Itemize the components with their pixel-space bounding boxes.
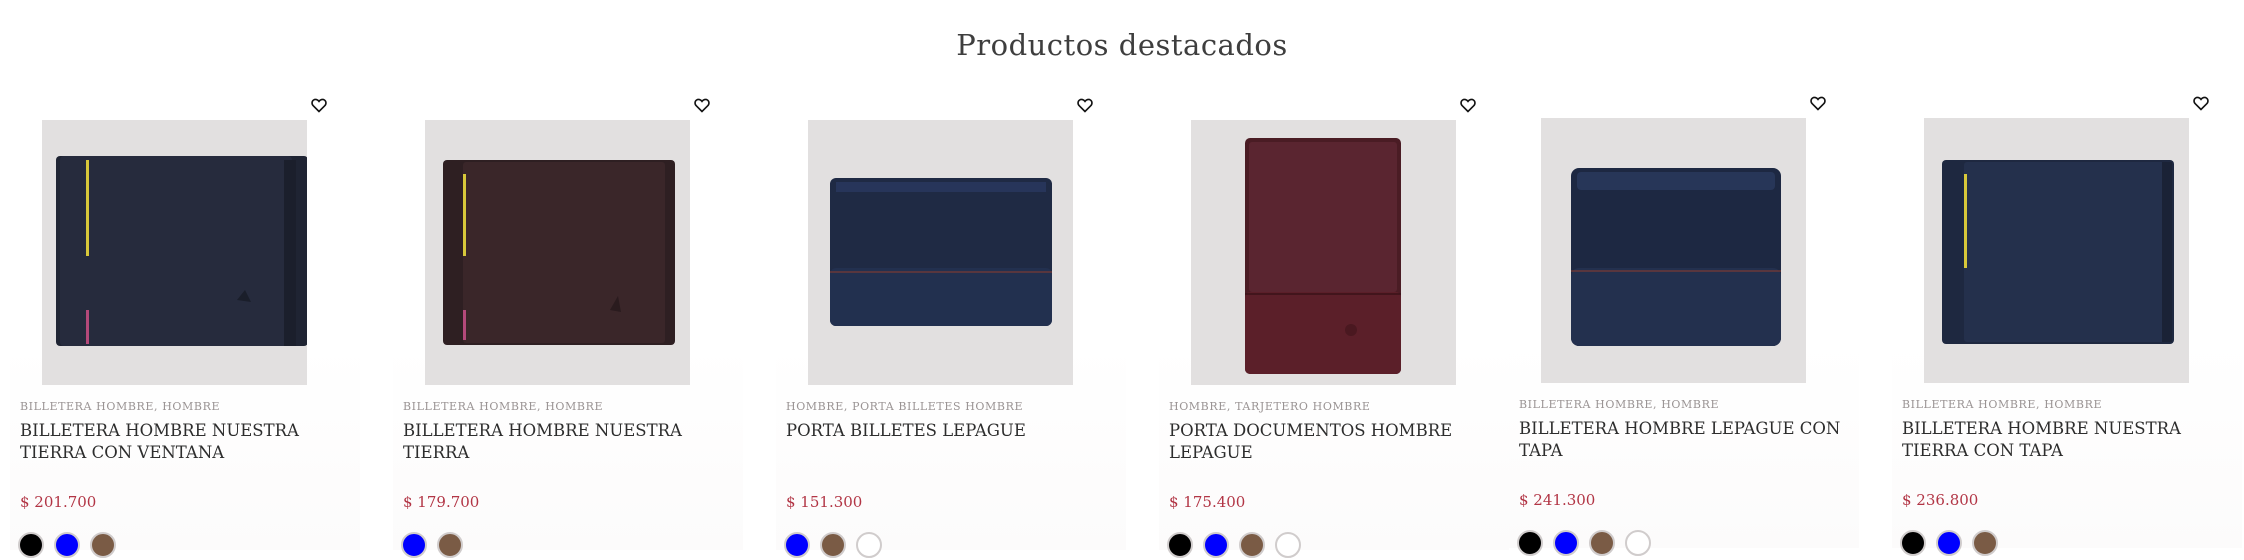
- product-price: $ 201.700: [20, 493, 97, 511]
- product-card[interactable]: BILLETERA HOMBRE, HOMBRE BILLETERA HOMBR…: [1892, 88, 2242, 556]
- swatch-blue[interactable]: [1203, 532, 1229, 558]
- swatch-blue[interactable]: [1553, 530, 1579, 556]
- wallet-flap-image: [1541, 118, 1806, 383]
- product-categories: HOMBRE, TARJETERO HOMBRE: [1169, 400, 1371, 413]
- product-name[interactable]: BILLETERA HOMBRE NUESTRA TIERRA CON VENT…: [20, 420, 360, 464]
- swatch-blue[interactable]: [401, 532, 427, 558]
- product-name[interactable]: BILLETERA HOMBRE NUESTRA TIERRA: [403, 420, 743, 464]
- color-swatches: [784, 532, 882, 558]
- product-image[interactable]: [1191, 120, 1456, 385]
- swatch-black[interactable]: [1167, 532, 1193, 558]
- swatch-white[interactable]: [856, 532, 882, 558]
- product-price: $ 151.300: [786, 493, 863, 511]
- swatch-white[interactable]: [1275, 532, 1301, 558]
- product-price: $ 241.300: [1519, 491, 1596, 509]
- wallet-image: [42, 120, 307, 385]
- color-swatches: [1900, 530, 1998, 556]
- swatch-brown[interactable]: [1589, 530, 1615, 556]
- product-categories: BILLETERA HOMBRE, HOMBRE: [1902, 398, 2103, 411]
- swatch-brown[interactable]: [1972, 530, 1998, 556]
- color-swatches: [18, 532, 116, 558]
- swatch-brown[interactable]: [1239, 532, 1265, 558]
- product-card[interactable]: HOMBRE, TARJETERO HOMBRE PORTA DOCUMENTO…: [1159, 90, 1509, 558]
- swatch-white[interactable]: [1625, 530, 1651, 556]
- product-image[interactable]: [425, 120, 690, 385]
- product-categories: BILLETERA HOMBRE, HOMBRE: [403, 400, 604, 413]
- heart-icon[interactable]: [1074, 94, 1096, 116]
- swatch-brown[interactable]: [820, 532, 846, 558]
- wallet-image: [1924, 118, 2189, 383]
- product-name[interactable]: BILLETERA HOMBRE LEPAGUE CON TAPA: [1519, 418, 1859, 462]
- swatch-blue[interactable]: [1936, 530, 1962, 556]
- product-price: $ 236.800: [1902, 491, 1979, 509]
- heart-icon[interactable]: [1457, 94, 1479, 116]
- product-card[interactable]: BILLETERA HOMBRE, HOMBRE BILLETERA HOMBR…: [393, 90, 743, 558]
- color-swatches: [1167, 532, 1301, 558]
- swatch-black[interactable]: [1900, 530, 1926, 556]
- product-name[interactable]: PORTA DOCUMENTOS HOMBRE LEPAGUE: [1169, 420, 1509, 464]
- swatch-black[interactable]: [1517, 530, 1543, 556]
- swatch-brown[interactable]: [437, 532, 463, 558]
- heart-icon[interactable]: [308, 94, 330, 116]
- product-image[interactable]: [1924, 118, 2189, 383]
- swatch-brown[interactable]: [90, 532, 116, 558]
- product-categories: BILLETERA HOMBRE, HOMBRE: [20, 400, 221, 413]
- product-card[interactable]: BILLETERA HOMBRE, HOMBRE BILLETERA HOMBR…: [1509, 88, 1859, 556]
- product-grid: BILLETERA HOMBRE, HOMBRE BILLETERA HOMBR…: [0, 0, 2244, 560]
- money-clip-image: [808, 120, 1073, 385]
- swatch-blue[interactable]: [784, 532, 810, 558]
- heart-icon[interactable]: [2190, 92, 2212, 114]
- product-categories: BILLETERA HOMBRE, HOMBRE: [1519, 398, 1720, 411]
- heart-icon[interactable]: [691, 94, 713, 116]
- color-swatches: [1517, 530, 1651, 556]
- heart-icon[interactable]: [1807, 92, 1829, 114]
- product-name[interactable]: PORTA BILLETES LEPAGUE: [786, 420, 1126, 442]
- product-card[interactable]: HOMBRE, PORTA BILLETES HOMBRE PORTA BILL…: [776, 90, 1126, 558]
- product-name[interactable]: BILLETERA HOMBRE NUESTRA TIERRA CON TAPA: [1902, 418, 2242, 462]
- swatch-black[interactable]: [18, 532, 44, 558]
- product-image[interactable]: [1541, 118, 1806, 383]
- swatch-blue[interactable]: [54, 532, 80, 558]
- product-image[interactable]: [42, 120, 307, 385]
- document-holder-image: [1191, 120, 1456, 385]
- product-image[interactable]: [808, 120, 1073, 385]
- product-categories: HOMBRE, PORTA BILLETES HOMBRE: [786, 400, 1024, 413]
- wallet-image: [425, 120, 690, 385]
- product-price: $ 175.400: [1169, 493, 1246, 511]
- product-card[interactable]: BILLETERA HOMBRE, HOMBRE BILLETERA HOMBR…: [10, 90, 360, 558]
- product-price: $ 179.700: [403, 493, 480, 511]
- color-swatches: [401, 532, 463, 558]
